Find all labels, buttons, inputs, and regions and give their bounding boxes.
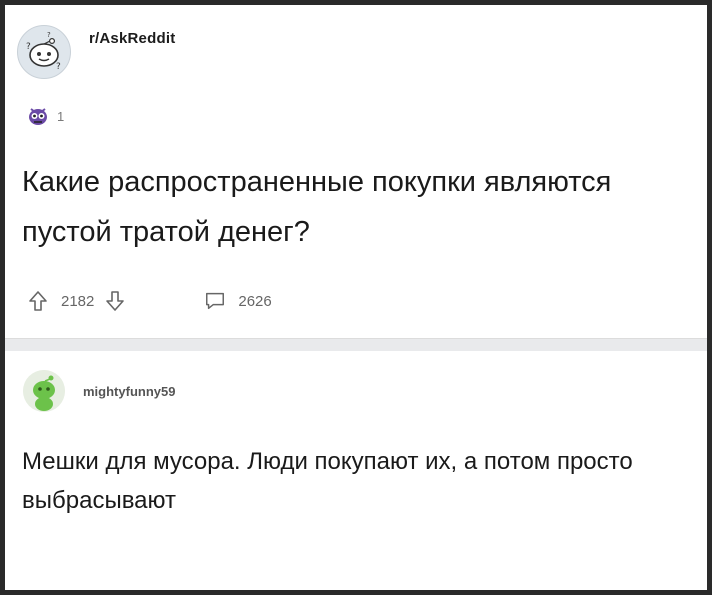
award-icon bbox=[27, 105, 49, 127]
upvote-arrow-icon[interactable] bbox=[27, 290, 49, 312]
subreddit-header[interactable]: ? ? ? r/AskReddit bbox=[17, 25, 175, 79]
svg-text:?: ? bbox=[47, 31, 51, 39]
askreddit-snoo-icon[interactable]: ? ? ? bbox=[17, 25, 71, 79]
snoo-avatar-icon[interactable] bbox=[23, 370, 65, 412]
award-count: 1 bbox=[57, 108, 65, 124]
post-title[interactable]: Какие распространенные покупки являются … bbox=[22, 157, 682, 257]
svg-text:?: ? bbox=[26, 42, 31, 52]
comment-count: 2626 bbox=[238, 292, 272, 310]
post-actions-bar: 2182 2626 bbox=[27, 287, 272, 315]
comment-bubble-icon bbox=[204, 290, 226, 312]
award-row: 1 bbox=[27, 105, 64, 127]
comment-author-row[interactable]: mightyfunny59 bbox=[23, 370, 175, 412]
downvote-arrow-icon[interactable] bbox=[104, 290, 126, 312]
comment-card: mightyfunny59 Мешки для мусора. Люди пок… bbox=[5, 350, 707, 590]
subreddit-name[interactable]: r/AskReddit bbox=[89, 30, 175, 47]
comment-body: Мешки для мусора. Люди покупают их, а по… bbox=[22, 448, 633, 514]
vote-count: 2182 bbox=[61, 292, 95, 310]
post-card: ? ? ? r/AskReddit 1 Какие распространенн… bbox=[5, 5, 707, 340]
screenshot-frame: ? ? ? r/AskReddit 1 Какие распространенн… bbox=[5, 5, 707, 590]
comments-button[interactable]: 2626 bbox=[204, 290, 272, 312]
comment-username[interactable]: mightyfunny59 bbox=[83, 384, 175, 399]
svg-text:?: ? bbox=[56, 62, 61, 72]
